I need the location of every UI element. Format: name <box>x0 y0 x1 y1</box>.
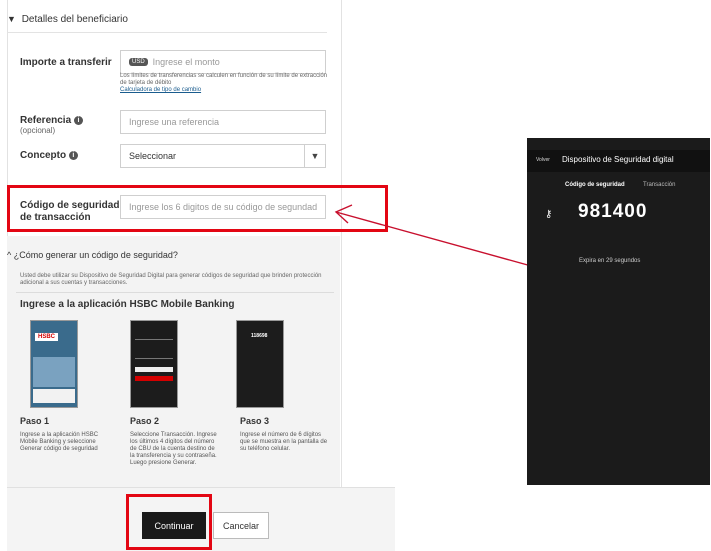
step3-description: Ingrese el número de 6 dígitos que se mu… <box>240 432 328 452</box>
chevron-down-icon: ▼ <box>304 145 325 167</box>
security-device-screen: Volver Dispositivo de Seguridad digital … <box>527 138 710 485</box>
section-header[interactable]: ▼ Detalles del beneficiario <box>7 14 128 25</box>
concept-value: Seleccionar <box>129 151 177 161</box>
reference-input[interactable]: Ingrese una referencia <box>120 110 326 134</box>
howto-title: ¿Cómo generar un código de seguridad? <box>13 250 178 260</box>
limits-note-text: Los límites de transferencias se calcule… <box>120 73 328 86</box>
step1-description: Ingrese a la aplicación HSBC Mobile Bank… <box>20 432 99 452</box>
info-icon[interactable]: i <box>73 115 83 125</box>
howto-description: Usted debe utilizar su Dispositivo de Se… <box>20 273 322 286</box>
device-tab-security-code[interactable]: Código de seguridad <box>565 182 625 188</box>
device-expiry-text: Expira en 29 segundos <box>579 258 641 264</box>
city-photo <box>33 357 75 387</box>
phone-form-field <box>135 367 173 372</box>
phone-option-cells <box>135 339 173 359</box>
step1-title: Paso 1 <box>20 416 50 426</box>
divider <box>16 292 334 293</box>
phone-step1-image: HSBC <box>30 320 78 408</box>
device-security-code: 981400 <box>578 201 648 222</box>
device-title: Dispositivo de Seguridad digital <box>562 155 674 164</box>
key-icon: ⚷ <box>545 209 553 220</box>
phone-button <box>135 376 173 381</box>
currency-badge: USD <box>129 58 148 66</box>
reference-sublabel: (opcional) <box>20 126 56 135</box>
cancel-button[interactable]: Cancelar <box>213 512 269 539</box>
step2-description: Seleccione Transacción. Ingrese los últi… <box>130 432 217 466</box>
reference-label-text: Referencia <box>20 115 72 126</box>
highlight-box <box>126 494 212 550</box>
reference-placeholder: Ingrese una referencia <box>129 117 220 127</box>
device-back-button[interactable]: Volver <box>536 157 550 163</box>
divider <box>7 32 327 33</box>
step3-title: Paso 3 <box>240 416 270 426</box>
highlight-box <box>7 185 388 232</box>
exchange-calculator-link[interactable]: Calculadora de tipo de cambio <box>120 87 201 93</box>
phone-code: 118698 <box>251 333 268 339</box>
app-menu-bar <box>33 389 75 403</box>
step2-title: Paso 2 <box>130 416 160 426</box>
info-icon[interactable]: i <box>68 150 78 160</box>
limits-note: Los límites de transferencias se calcule… <box>120 73 330 94</box>
app-title: Ingrese a la aplicación HSBC Mobile Bank… <box>20 299 235 310</box>
section-title: Detalles del beneficiario <box>21 14 128 25</box>
amount-label: Importe a transferir <box>20 57 112 68</box>
amount-placeholder: Ingrese el monto <box>152 57 220 67</box>
howto-header[interactable]: ^ ¿Cómo generar un código de seguridad? <box>7 250 178 260</box>
hsbc-logo: HSBC <box>35 333 59 341</box>
concept-label: Concepto i <box>20 150 78 162</box>
concept-label-text: Concepto <box>20 150 67 161</box>
amount-input[interactable]: USD Ingrese el monto <box>120 50 326 74</box>
device-tab-transaction[interactable]: Transacción <box>643 182 675 188</box>
phone-step3-image: 118698 <box>236 320 284 408</box>
chevron-down-icon: ▼ <box>7 14 16 24</box>
concept-select[interactable]: Seleccionar ▼ <box>120 144 326 168</box>
chevron-up-icon: ^ <box>7 250 12 260</box>
phone-step2-image <box>130 320 178 408</box>
